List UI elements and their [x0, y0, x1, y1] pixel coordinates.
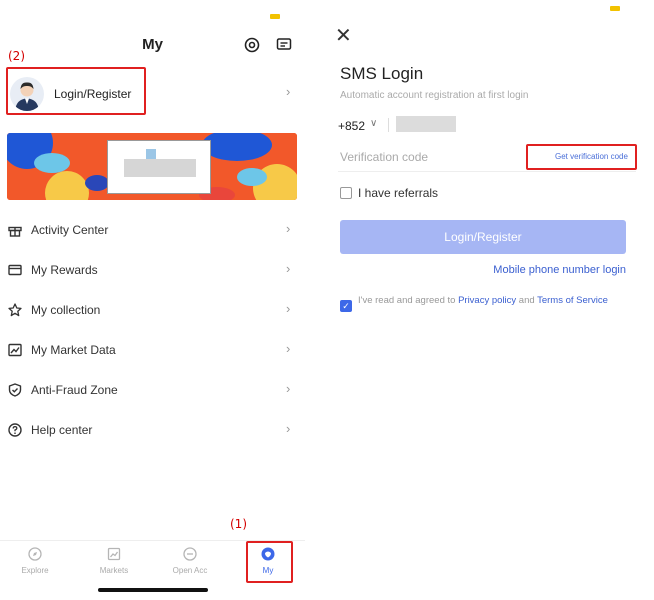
tab-markets[interactable]: Markets: [84, 541, 144, 586]
eye-icon[interactable]: [244, 37, 260, 53]
gift-icon: [8, 226, 22, 237]
divider: [388, 118, 389, 132]
agreement-prefix: I've read and agreed to: [358, 295, 459, 306]
star-icon: [8, 303, 22, 317]
highlight-get-code-box: [526, 144, 637, 170]
chevron-right-icon: ›: [286, 421, 291, 436]
shield-icon: [8, 383, 22, 397]
promo-banner[interactable]: [7, 133, 297, 200]
menu-label: Help center: [31, 423, 93, 437]
login-register-button[interactable]: Login/Register: [340, 220, 626, 254]
question-icon: [8, 423, 22, 437]
menu-label: Activity Center: [31, 223, 109, 237]
banner-card: [107, 140, 211, 194]
referrals-label: I have referrals: [358, 186, 439, 200]
agreement-checkbox[interactable]: ✓: [340, 300, 352, 312]
verification-code-placeholder: Verification code: [340, 150, 429, 164]
menu-label: My Rewards: [31, 263, 98, 277]
menu-item-my-market-data[interactable]: My Market Data ›: [0, 330, 305, 370]
agreement-text: I've read and agreed to Privacy policy a…: [358, 294, 628, 307]
agreement-and: and: [516, 295, 538, 306]
chevron-right-icon: ›: [286, 341, 291, 356]
highlight-login-box: [6, 67, 146, 115]
phone-number-row: +852 ∨: [338, 112, 628, 140]
sms-login-panel: ✕ SMS Login Automatic account registrati…: [320, 0, 654, 600]
annotation-step-2: (2): [8, 49, 25, 63]
menu-item-my-rewards[interactable]: My Rewards ›: [0, 250, 305, 290]
chevron-right-icon: ›: [286, 261, 291, 276]
phone-number-field[interactable]: [396, 116, 456, 132]
blurred-content: [146, 149, 156, 159]
country-code-value[interactable]: +852: [338, 119, 365, 133]
menu-label: My Market Data: [31, 343, 116, 357]
page-title: SMS Login: [340, 64, 424, 83]
message-icon[interactable]: [276, 37, 292, 53]
menu-item-my-collection[interactable]: My collection ›: [0, 290, 305, 330]
blurred-content: [124, 159, 196, 177]
home-indicator: [98, 588, 208, 592]
tab-label: Explore: [21, 566, 49, 575]
menu-item-anti-fraud-zone[interactable]: Anti-Fraud Zone ›: [0, 370, 305, 410]
tab-label: Open Acc: [172, 566, 208, 575]
tab-explore[interactable]: Explore: [5, 541, 65, 586]
chevron-down-icon[interactable]: ∨: [370, 118, 377, 129]
highlight-my-tab-box: [246, 541, 293, 583]
terms-of-service-link[interactable]: Terms of Service: [537, 295, 608, 306]
chevron-right-icon: ›: [286, 381, 291, 396]
chevron-right-icon: ›: [286, 84, 291, 99]
tab-label: Markets: [99, 566, 129, 575]
markets-icon: [107, 547, 121, 561]
page-subtitle: Automatic account registration at first …: [340, 90, 529, 101]
referrals-checkbox[interactable]: [340, 187, 352, 199]
menu-label: Anti-Fraud Zone: [31, 383, 118, 397]
chart-icon: [8, 343, 22, 357]
tab-open-account[interactable]: Open Acc: [160, 541, 220, 586]
my-page-panel: My (2) Login/Register › Activity Center …: [0, 0, 305, 600]
card-icon: [8, 264, 22, 276]
annotation-step-1: (1): [230, 517, 247, 531]
status-indicator: [270, 14, 280, 19]
mobile-phone-login-link[interactable]: Mobile phone number login: [493, 264, 626, 276]
close-icon[interactable]: ✕: [335, 26, 352, 46]
privacy-policy-link[interactable]: Privacy policy: [458, 295, 516, 306]
menu-item-activity-center[interactable]: Activity Center ›: [0, 210, 305, 250]
menu-item-help-center[interactable]: Help center ›: [0, 410, 305, 450]
chevron-right-icon: ›: [286, 301, 291, 316]
chevron-right-icon: ›: [286, 221, 291, 236]
menu-label: My collection: [31, 303, 101, 317]
status-indicator: [610, 6, 620, 11]
explore-icon: [28, 547, 42, 561]
open-account-icon: [183, 547, 197, 561]
